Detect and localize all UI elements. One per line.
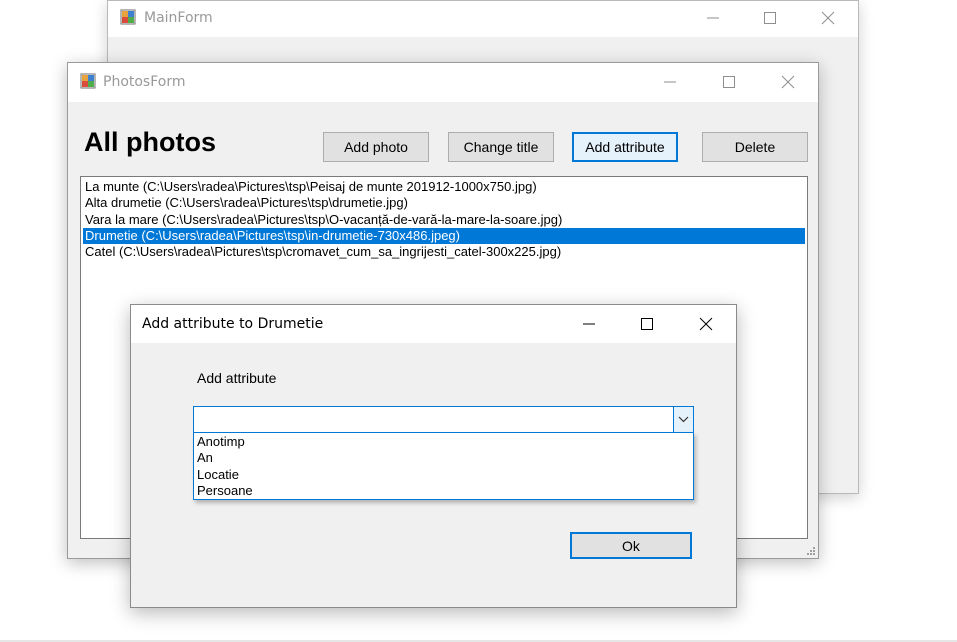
minimize-icon[interactable] — [578, 313, 600, 335]
dialog-titlebar[interactable]: Add attribute to Drumetie — [131, 305, 736, 343]
close-icon[interactable] — [695, 313, 717, 335]
add-attribute-button[interactable]: Add attribute — [572, 132, 678, 162]
close-icon[interactable] — [817, 7, 839, 29]
list-item-selected[interactable]: Drumetie (C:\Users\radea\Pictures\tsp\in… — [83, 228, 805, 244]
dropdown-option[interactable]: Anotimp — [197, 434, 245, 450]
ok-button[interactable]: Ok — [570, 532, 692, 559]
list-item[interactable]: La munte (C:\Users\radea\Pictures\tsp\Pe… — [83, 179, 805, 195]
maximize-icon[interactable] — [718, 71, 740, 93]
list-item[interactable]: Vara la mare (C:\Users\radea\Pictures\ts… — [83, 212, 805, 228]
resize-grip-icon[interactable] — [804, 544, 816, 556]
maximize-icon[interactable] — [759, 7, 781, 29]
combo-dropdown-button[interactable] — [673, 407, 693, 432]
dialog-title: Add attribute to Drumetie — [142, 316, 324, 332]
photos-form-titlebar[interactable]: PhotosForm — [68, 63, 818, 102]
change-title-button[interactable]: Change title — [448, 132, 554, 162]
app-icon — [80, 73, 96, 89]
page-title: All photos — [84, 127, 216, 157]
list-item[interactable]: Catel (C:\Users\radea\Pictures\tsp\croma… — [83, 244, 805, 260]
close-icon[interactable] — [777, 71, 799, 93]
add-attribute-label: Add attribute — [197, 370, 277, 386]
dropdown-option[interactable]: An — [197, 450, 213, 466]
app-icon — [120, 9, 136, 25]
minimize-icon[interactable] — [659, 71, 681, 93]
attribute-dropdown-list: Anotimp An Locatie Persoane — [193, 432, 694, 500]
maximize-icon[interactable] — [636, 313, 658, 335]
dropdown-option[interactable]: Locatie — [197, 467, 239, 483]
minimize-icon[interactable] — [702, 7, 724, 29]
window-title: MainForm — [144, 10, 213, 26]
attribute-combobox[interactable] — [193, 406, 694, 433]
add-attribute-dialog: Add attribute to Drumetie Add attribute … — [130, 304, 737, 608]
delete-button[interactable]: Delete — [702, 132, 808, 162]
window-title: PhotosForm — [103, 74, 186, 90]
chevron-down-icon — [678, 416, 689, 423]
dropdown-option[interactable]: Persoane — [197, 483, 253, 499]
list-item[interactable]: Alta drumetie (C:\Users\radea\Pictures\t… — [83, 195, 805, 211]
add-photo-button[interactable]: Add photo — [323, 132, 429, 162]
main-form-titlebar[interactable]: MainForm — [108, 1, 858, 37]
